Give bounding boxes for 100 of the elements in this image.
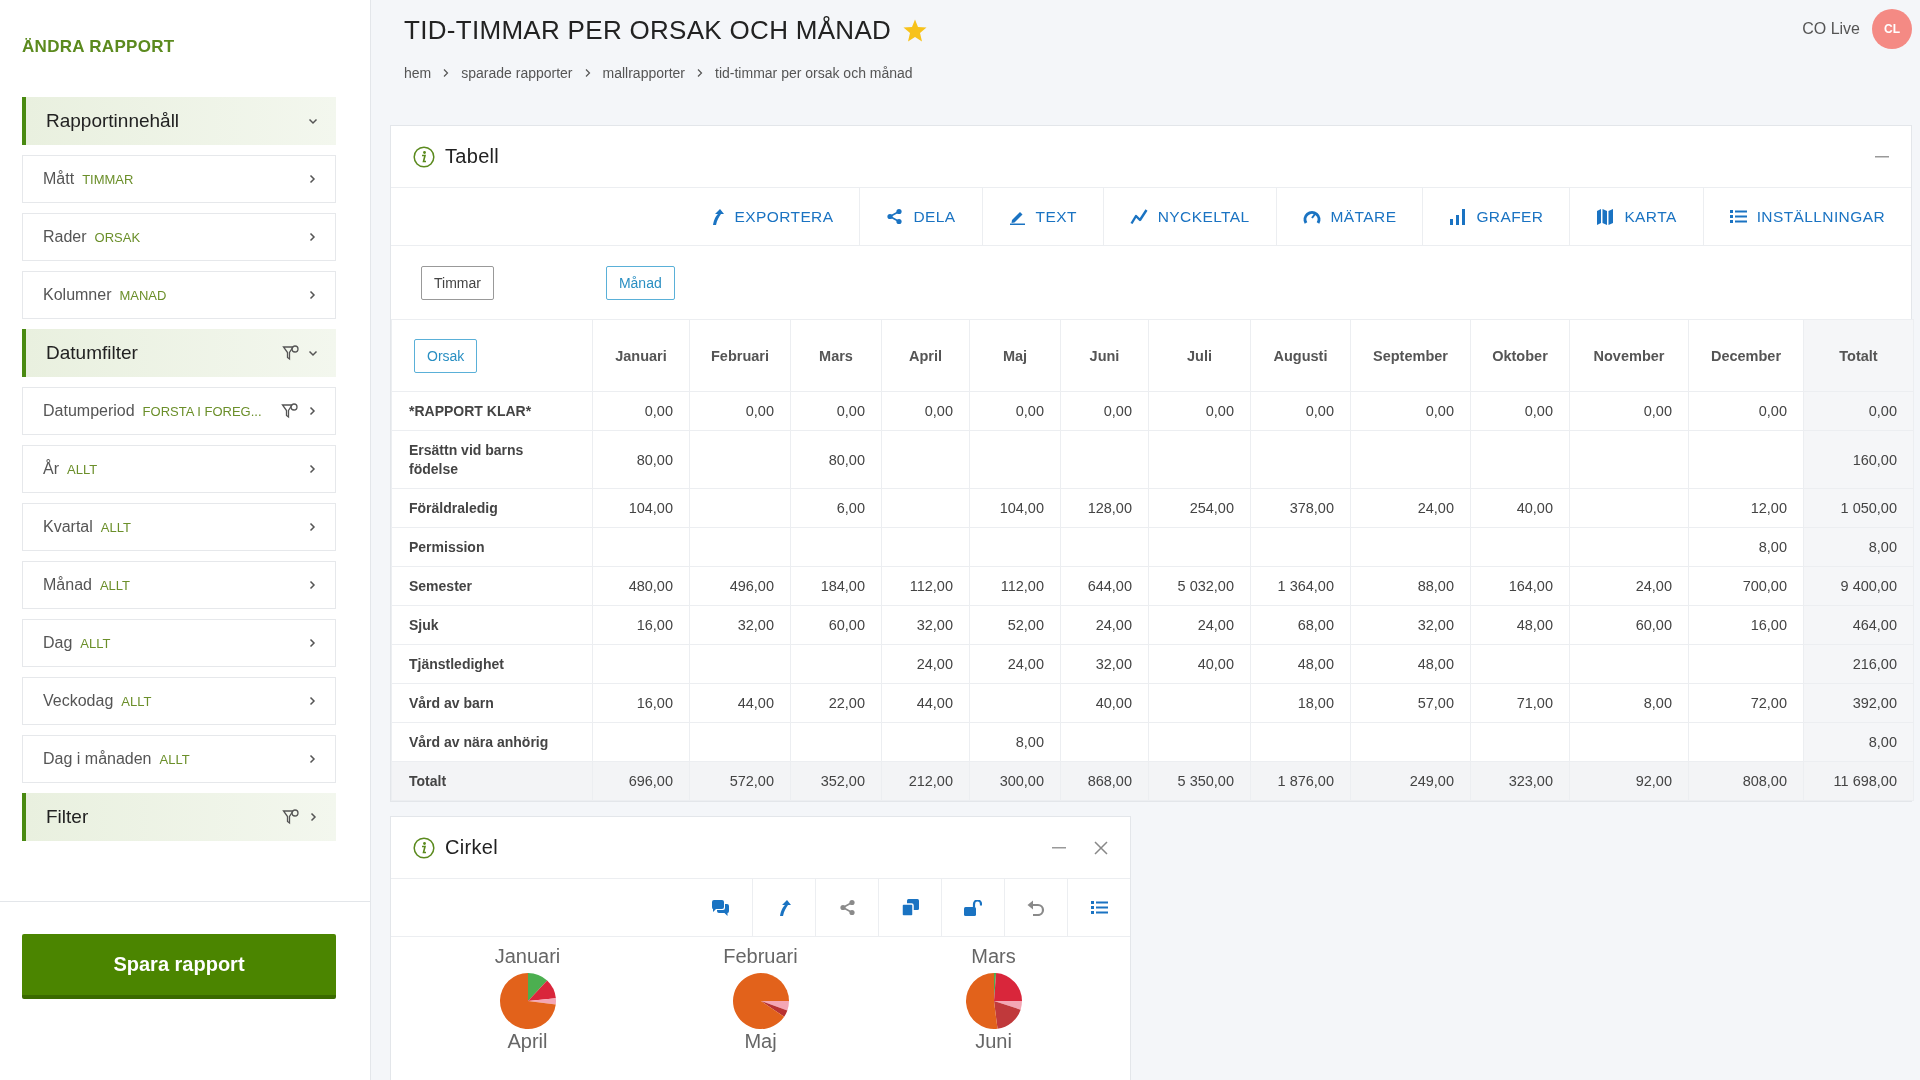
table-value: 88,00 — [1417, 578, 1454, 594]
close-icon[interactable] — [1094, 840, 1108, 855]
report-title: TID-TIMMAR PER ORSAK OCH MÅNAD — [404, 15, 892, 46]
table-value: 32,00 — [916, 617, 953, 633]
table-value: 0,00 — [1643, 403, 1672, 419]
info-icon[interactable] — [413, 145, 435, 168]
save-report-button[interactable]: Spara rapport — [22, 934, 336, 999]
sidebar-item[interactable]: Kvartal ALLT — [22, 503, 336, 551]
table-value: 8,00 — [1015, 734, 1044, 750]
toolbar-button[interactable]: TEXT — [981, 188, 1103, 245]
total-value: 92,00 — [1635, 773, 1672, 789]
sidebar-item[interactable]: År ALLT — [22, 445, 336, 493]
total-value: 249,00 — [1409, 773, 1454, 789]
column-header[interactable]: Oktober — [1492, 347, 1548, 364]
panel-title: Cirkel — [445, 836, 499, 859]
pie-chart-drawing — [964, 972, 1023, 1030]
table-value: 184,00 — [820, 578, 865, 594]
table-value: 48,00 — [1417, 656, 1454, 672]
table-value: 0,00 — [1305, 403, 1334, 419]
pie-label: April — [507, 1030, 548, 1053]
breadcrumb-link[interactable]: mallrapporter — [602, 65, 685, 81]
column-header[interactable]: December — [1710, 347, 1782, 364]
chevron-right-icon — [307, 754, 317, 764]
user-name: CO Live — [1802, 20, 1860, 38]
column-header[interactable]: Augusti — [1273, 347, 1328, 364]
item-label: Mått — [43, 170, 75, 188]
table-value: 57,00 — [1417, 695, 1454, 711]
sidebar-item[interactable]: Rader ORSAK — [22, 213, 336, 261]
column-header[interactable]: September — [1373, 347, 1448, 364]
table-value: 60,00 — [1635, 617, 1672, 633]
breadcrumb-link[interactable]: sparade rapporter — [461, 65, 573, 81]
column-header[interactable]: Maj — [1002, 347, 1028, 364]
filter-icon[interactable] — [281, 402, 299, 420]
column-header[interactable]: Februari — [711, 347, 769, 364]
total-value: 216,00 — [1852, 656, 1897, 672]
toolbar-button[interactable]: NYCKELTAL — [1102, 188, 1276, 245]
bar-chart-icon — [1449, 208, 1467, 225]
table-value: 496,00 — [729, 578, 774, 594]
minimize-icon[interactable] — [1875, 155, 1889, 158]
sidebar-item[interactable]: Månad ALLT — [22, 561, 336, 609]
toolbar-button[interactable]: EXPORTERA — [682, 188, 860, 245]
list-icon — [1729, 209, 1747, 224]
pie-chart-drawing — [498, 972, 557, 1030]
column-header[interactable]: November — [1593, 347, 1665, 364]
sidebar-section[interactable]: Datumfilter — [22, 329, 336, 377]
column-dimension-chip[interactable]: Månad — [605, 265, 675, 300]
column-header[interactable]: Juli — [1187, 347, 1212, 364]
item-label: År — [43, 460, 59, 478]
item-value: ALLT — [121, 693, 153, 709]
column-header[interactable]: Juni — [1089, 347, 1120, 364]
table-value: 8,00 — [1758, 539, 1787, 555]
column-header[interactable]: April — [909, 347, 942, 364]
total-value: 8,00 — [1868, 734, 1897, 750]
table-value: 480,00 — [628, 578, 673, 594]
toolbar-button[interactable]: INSTÄLLNINGAR — [1702, 188, 1911, 245]
table-value: 32,00 — [1095, 656, 1132, 672]
measure-chip[interactable]: Timmar — [421, 265, 494, 300]
row-dimension-chip[interactable]: Orsak — [414, 338, 478, 373]
table-value: 40,00 — [1197, 656, 1234, 672]
table-value: 24,00 — [916, 656, 953, 672]
list-icon — [1090, 900, 1108, 915]
column-header[interactable]: Januari — [615, 347, 667, 364]
toolbar-button[interactable]: MÄTARE — [1275, 188, 1423, 245]
share-icon — [838, 899, 856, 916]
table-value: 40,00 — [1095, 695, 1132, 711]
column-header[interactable]: Mars — [819, 347, 853, 364]
breadcrumb-link[interactable]: tid-timmar per orsak och månad — [715, 65, 913, 81]
table-value: 44,00 — [737, 695, 774, 711]
sidebar-item[interactable]: Datumperiod FORSTA I FOREG... — [22, 387, 336, 435]
sidebar-section[interactable]: Filter — [22, 793, 336, 841]
table-value: 68,00 — [1297, 617, 1334, 633]
sidebar-section[interactable]: Rapportinnehåll — [22, 97, 336, 145]
toolbar-button[interactable]: GRAFER — [1422, 188, 1570, 245]
chevron-right-icon — [307, 638, 317, 648]
info-icon[interactable] — [413, 836, 435, 859]
sidebar-item[interactable]: Kolumner MANAD — [22, 271, 336, 319]
item-label: Rader — [43, 228, 87, 246]
toolbar-button[interactable]: KARTA — [1569, 188, 1703, 245]
sidebar-title: ÄNDRA RAPPORT — [22, 37, 176, 57]
table-value: 80,00 — [828, 451, 865, 468]
star-icon[interactable] — [903, 19, 928, 42]
table-value: 0,00 — [1524, 403, 1553, 419]
total-value: 9 400,00 — [1840, 578, 1897, 594]
sidebar-item[interactable]: Mått TIMMAR — [22, 155, 336, 203]
minimize-icon[interactable] — [1052, 846, 1066, 849]
toolbar-button[interactable]: DELA — [859, 188, 982, 245]
filter-icon[interactable] — [282, 344, 300, 362]
item-value: ORSAK — [94, 229, 142, 245]
table-value: 128,00 — [1087, 500, 1132, 516]
table-value: 254,00 — [1189, 500, 1234, 516]
sidebar-item[interactable]: Veckodag ALLT — [22, 677, 336, 725]
sidebar-item[interactable]: Dag i månaden ALLT — [22, 735, 336, 783]
row-label: Vård av nära anhörig — [409, 734, 549, 750]
total-value: 392,00 — [1852, 695, 1897, 711]
breadcrumb-link[interactable]: hem — [404, 65, 432, 81]
table-value: 24,00 — [1635, 578, 1672, 594]
gauge-icon — [1302, 208, 1321, 225]
column-header[interactable]: Totalt — [1839, 347, 1878, 364]
sidebar-item[interactable]: Dag ALLT — [22, 619, 336, 667]
filter-icon[interactable] — [282, 808, 300, 826]
